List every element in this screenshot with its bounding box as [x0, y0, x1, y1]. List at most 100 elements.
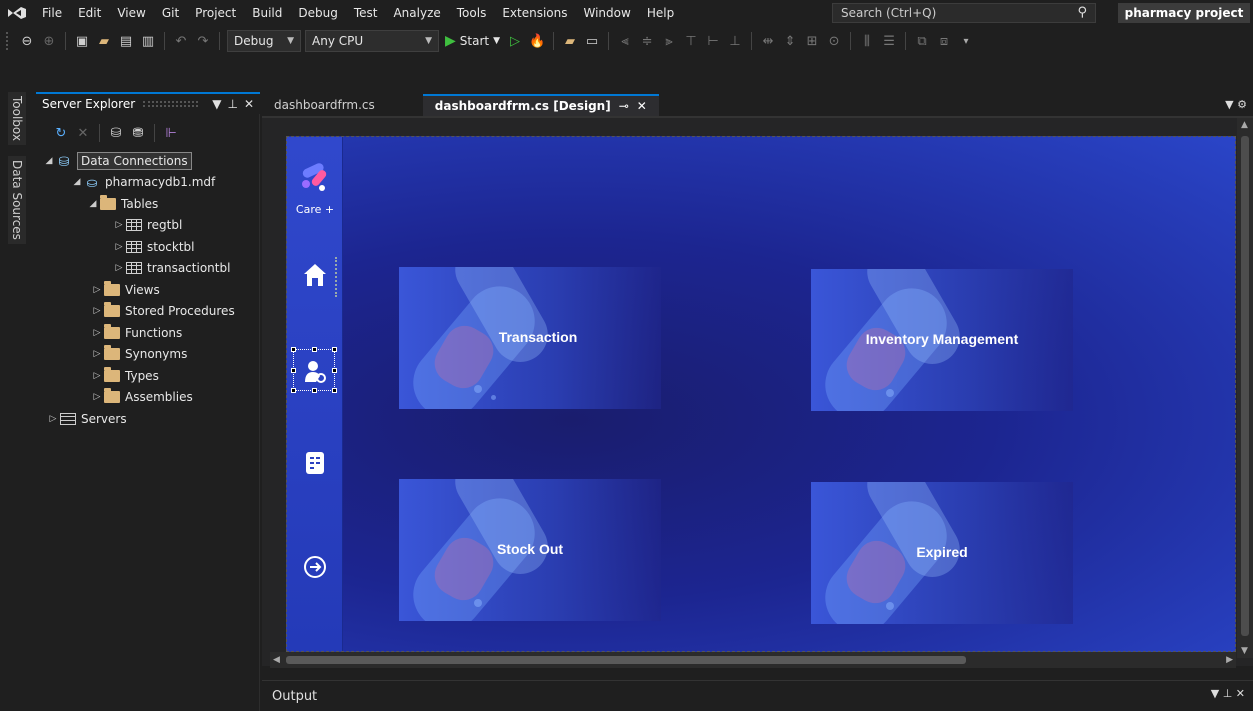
chevron-down-icon[interactable]: ▼: [493, 36, 500, 46]
menu-analyze[interactable]: Analyze: [385, 0, 448, 26]
menu-help[interactable]: Help: [639, 0, 682, 26]
project-name-badge[interactable]: pharmacy project: [1118, 3, 1250, 23]
new-project-icon[interactable]: ▣: [73, 32, 91, 50]
open-file-icon[interactable]: ▰: [95, 32, 113, 50]
expired-card[interactable]: Expired: [811, 482, 1073, 624]
logout-button[interactable]: [295, 547, 335, 587]
stop-refresh-icon[interactable]: ✕: [74, 124, 92, 142]
users-button[interactable]: [295, 351, 335, 391]
menu-extensions[interactable]: Extensions: [494, 0, 575, 26]
align-right-icon[interactable]: ⫸: [660, 32, 678, 50]
menu-git[interactable]: Git: [154, 0, 187, 26]
menu-debug[interactable]: Debug: [290, 0, 345, 26]
collapsed-arrow-icon[interactable]: ▷: [46, 414, 60, 424]
pin-tab-icon[interactable]: ⊸: [619, 99, 629, 113]
tree-node-folder[interactable]: ▷ Types: [36, 365, 260, 387]
menu-test[interactable]: Test: [346, 0, 386, 26]
scroll-up-icon[interactable]: ▲: [1241, 120, 1248, 130]
redo-icon[interactable]: ↷: [194, 32, 212, 50]
connect-to-database-icon[interactable]: ⛁: [107, 124, 125, 142]
align-center-icon[interactable]: ≑: [638, 32, 656, 50]
expanded-arrow-icon[interactable]: ◢: [70, 177, 84, 187]
pin-icon[interactable]: ⊥: [227, 97, 237, 111]
window-position-icon[interactable]: ▼: [212, 97, 221, 111]
refresh-icon[interactable]: ↻: [52, 124, 70, 142]
transaction-card[interactable]: Transaction: [399, 267, 661, 409]
connect-to-server-icon[interactable]: ⛃: [129, 124, 147, 142]
menu-file[interactable]: File: [34, 0, 70, 26]
navigate-back-icon[interactable]: ⊖: [18, 32, 36, 50]
designer-horizontal-scrollbar[interactable]: ◀ ▶: [270, 652, 1236, 668]
designer-vertical-scrollbar[interactable]: ▲ ▼: [1237, 118, 1253, 658]
search-input[interactable]: Search (Ctrl+Q) ⚲: [832, 3, 1096, 23]
tree-node-folder[interactable]: ▷ Views: [36, 279, 260, 301]
close-icon[interactable]: ✕: [244, 97, 254, 111]
output-panel[interactable]: Output ▼ ⊥ ✕: [262, 680, 1253, 711]
undo-icon[interactable]: ↶: [172, 32, 190, 50]
collapsed-arrow-icon[interactable]: ▷: [90, 306, 104, 316]
azure-icon[interactable]: ⊩: [162, 124, 180, 142]
save-all-icon[interactable]: ▥: [139, 32, 157, 50]
collapsed-arrow-icon[interactable]: ▷: [112, 263, 126, 273]
menu-build[interactable]: Build: [244, 0, 290, 26]
collapsed-arrow-icon[interactable]: ▷: [90, 285, 104, 295]
tree-node-folder[interactable]: ▷ Stored Procedures: [36, 301, 260, 323]
tree-node-folder[interactable]: ▷ Synonyms: [36, 344, 260, 366]
menu-view[interactable]: View: [109, 0, 153, 26]
scroll-down-icon[interactable]: ▼: [1241, 646, 1248, 656]
align-middle-icon[interactable]: ⊢: [704, 32, 722, 50]
data-sources-tab[interactable]: Data Sources: [8, 156, 26, 244]
tab-dashboardfrm-design[interactable]: dashboardfrm.cs [Design] ⊸ ✕: [422, 94, 659, 116]
collapsed-arrow-icon[interactable]: ▷: [90, 328, 104, 338]
home-button[interactable]: [295, 255, 335, 295]
menu-project[interactable]: Project: [187, 0, 244, 26]
close-tab-icon[interactable]: ✕: [637, 99, 647, 113]
scroll-left-icon[interactable]: ◀: [273, 655, 280, 665]
menu-window[interactable]: Window: [576, 0, 639, 26]
tab-dashboardfrm-cs[interactable]: dashboardfrm.cs: [262, 94, 387, 116]
expanded-arrow-icon[interactable]: ◢: [86, 199, 100, 209]
make-same-height-icon[interactable]: ⇕: [781, 32, 799, 50]
collapsed-arrow-icon[interactable]: ▷: [112, 220, 126, 230]
horizontal-spacing-icon[interactable]: ⫼: [858, 32, 876, 50]
expanded-arrow-icon[interactable]: ◢: [42, 156, 56, 166]
bring-to-front-icon[interactable]: ⧉: [913, 32, 931, 50]
tree-node-folder[interactable]: ▷ Assemblies: [36, 387, 260, 409]
tree-node-tables[interactable]: ◢ Tables: [36, 193, 260, 215]
zoom-icon[interactable]: ⊙: [825, 32, 843, 50]
toolbar-overflow-icon[interactable]: ▾: [957, 32, 975, 50]
stock-out-card[interactable]: Stock Out: [399, 479, 661, 621]
output-panel-controls-icon[interactable]: ▼ ⊥ ✕: [1211, 687, 1245, 700]
tree-node-servers[interactable]: ▷ Servers: [36, 408, 260, 430]
tree-node-table[interactable]: ▷ transactiontbl: [36, 258, 260, 280]
align-top-icon[interactable]: ⊤: [682, 32, 700, 50]
start-without-debugging-icon[interactable]: ▷: [506, 32, 524, 50]
panel-grip[interactable]: [143, 101, 199, 107]
solution-configuration-dropdown[interactable]: Debug ▼: [227, 30, 301, 52]
menu-edit[interactable]: Edit: [70, 0, 109, 26]
search-icon[interactable]: ⚲: [1077, 5, 1087, 20]
layout-icon[interactable]: ▭: [583, 32, 601, 50]
scroll-right-icon[interactable]: ▶: [1226, 655, 1233, 665]
save-icon[interactable]: ▤: [117, 32, 135, 50]
dashboard-sidebar[interactable]: Care +: [287, 137, 343, 651]
vertical-spacing-icon[interactable]: ☰: [880, 32, 898, 50]
browse-folder-icon[interactable]: ▰: [561, 32, 579, 50]
collapsed-arrow-icon[interactable]: ▷: [90, 392, 104, 402]
tree-node-data-connections[interactable]: ◢ ⛁ Data Connections: [36, 150, 260, 172]
horizontal-scroll-thumb[interactable]: [286, 656, 966, 664]
make-same-width-icon[interactable]: ⇹: [759, 32, 777, 50]
menu-tools[interactable]: Tools: [449, 0, 495, 26]
inventory-management-card[interactable]: Inventory Management: [811, 269, 1073, 411]
solution-platform-dropdown[interactable]: Any CPU ▼: [305, 30, 439, 52]
start-debugging-button[interactable]: ▶ Start ▼: [445, 33, 500, 49]
send-to-back-icon[interactable]: ⧈: [935, 32, 953, 50]
align-left-icon[interactable]: ⫷: [616, 32, 634, 50]
vertical-scroll-thumb[interactable]: [1241, 136, 1249, 636]
visual-studio-logo-icon[interactable]: [0, 0, 34, 26]
collapsed-arrow-icon[interactable]: ▷: [112, 242, 126, 252]
collapsed-arrow-icon[interactable]: ▷: [90, 349, 104, 359]
tab-overflow-icon[interactable]: ▼ ⚙: [1225, 98, 1247, 111]
collapsed-arrow-icon[interactable]: ▷: [90, 371, 104, 381]
toolbox-tab[interactable]: Toolbox: [8, 92, 26, 145]
